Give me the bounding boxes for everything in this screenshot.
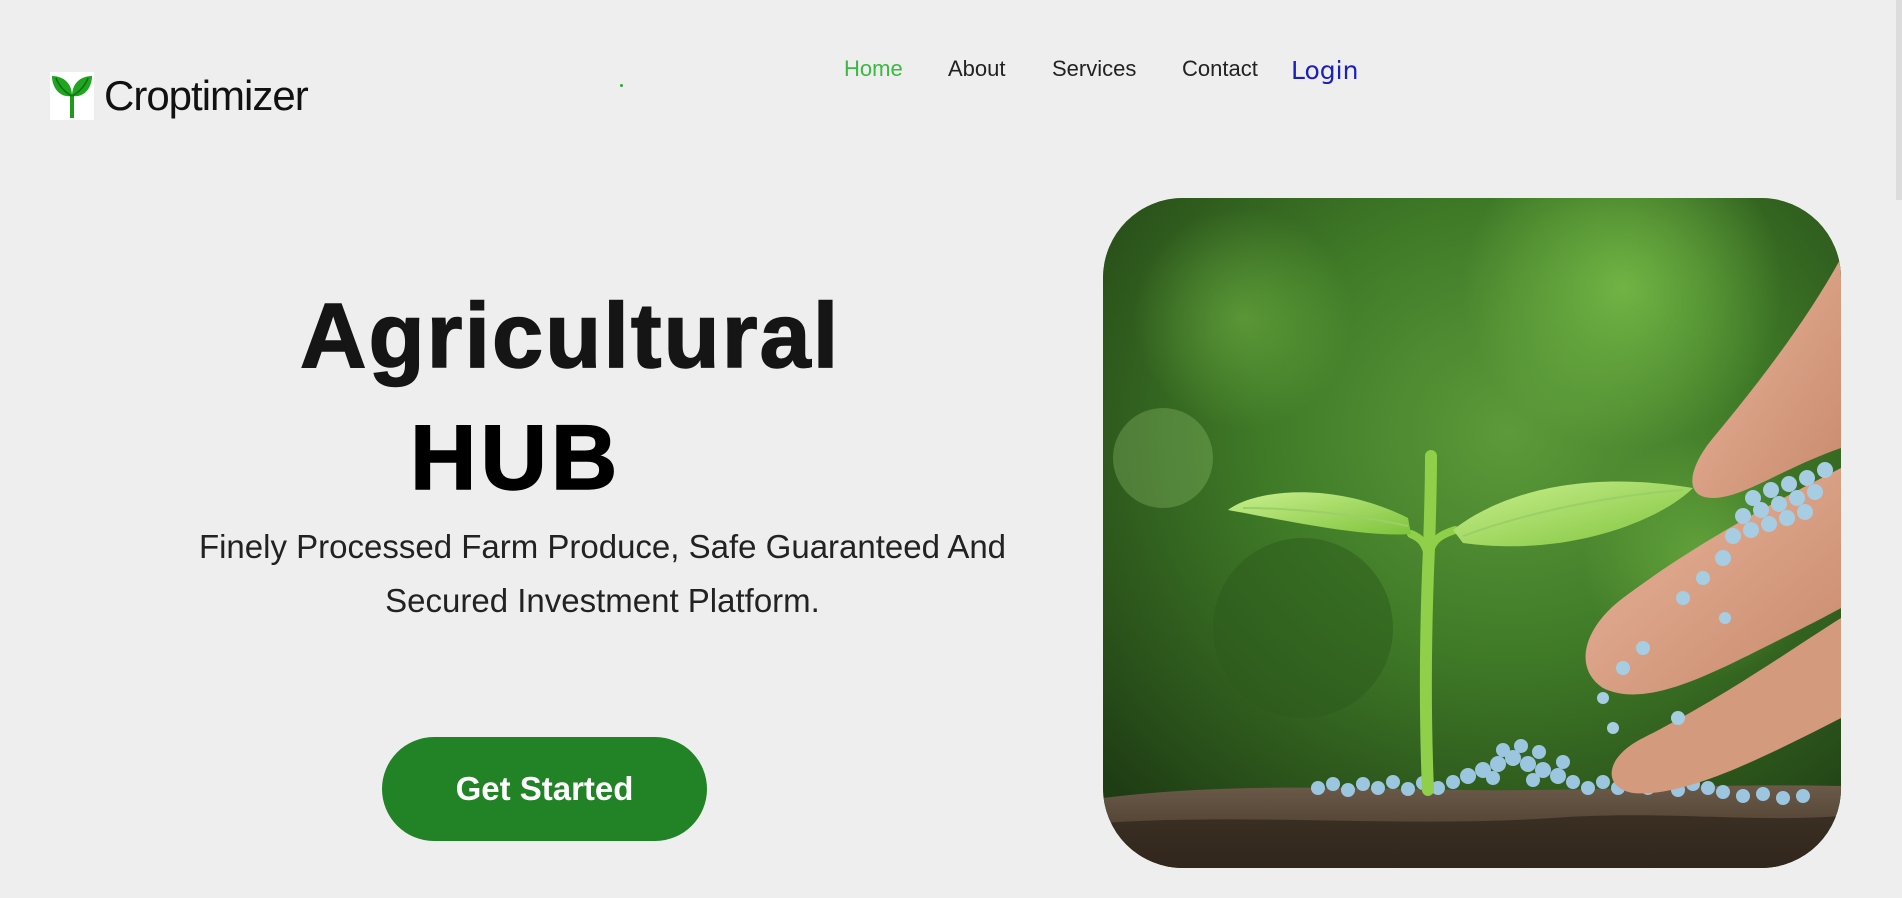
brand-name: Croptimizer: [104, 72, 309, 119]
nav-about-link[interactable]: About: [948, 56, 1006, 82]
sprout-icon: [50, 72, 94, 120]
nav-contact-link[interactable]: Contact: [1182, 56, 1258, 82]
nav-services-link[interactable]: Services: [1052, 56, 1136, 82]
login-link[interactable]: Login: [1291, 56, 1358, 85]
page-scrollbar[interactable]: [1896, 0, 1902, 200]
hero-image: [1103, 198, 1841, 868]
get-started-button[interactable]: Get Started: [382, 737, 707, 841]
hero-title-line2: HUB: [409, 407, 622, 509]
seedling-photo-icon: [1103, 198, 1841, 868]
hero-title-line1: Agricultural: [299, 285, 841, 387]
decorative-dot: [620, 84, 623, 87]
hero-subtitle: Finely Processed Farm Produce, Safe Guar…: [198, 528, 1007, 619]
landing-page: Croptimizer Home About Services Contact …: [0, 0, 1902, 898]
brand-logo[interactable]: Croptimizer: [50, 72, 309, 120]
nav-home-link[interactable]: Home: [844, 56, 903, 82]
